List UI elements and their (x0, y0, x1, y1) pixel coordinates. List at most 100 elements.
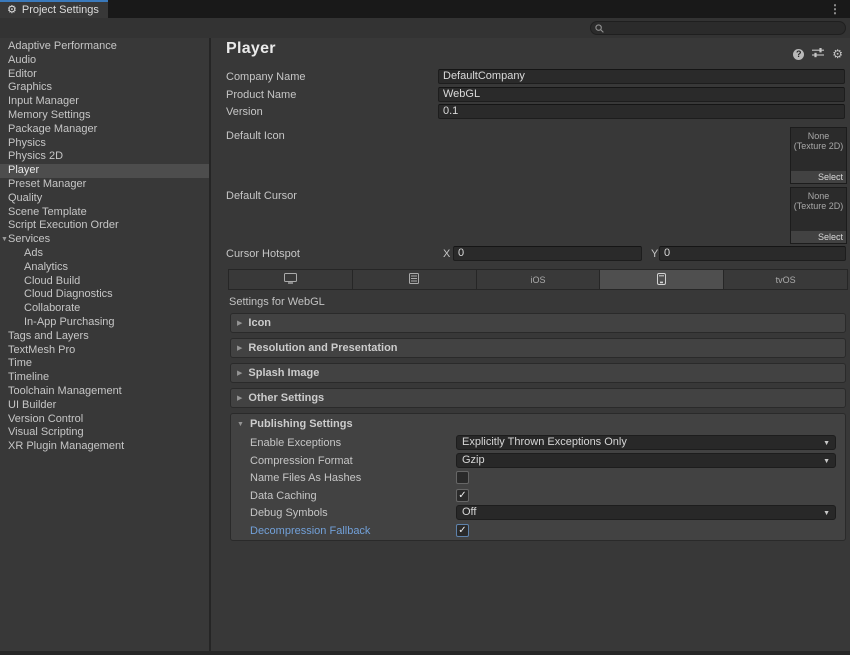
sidebar-item-label: Package Manager (8, 123, 97, 135)
settings-for-platform-heading: Settings for WebGL (229, 296, 325, 308)
default-cursor-select-button[interactable]: Select (791, 231, 846, 243)
gear-icon: ⚙ (7, 2, 17, 18)
sidebar-item-label: Services (8, 233, 50, 245)
sidebar-item-physics[interactable]: Physics (0, 137, 209, 151)
default-icon-select-button[interactable]: Select (791, 171, 846, 183)
window-bottom-edge (0, 651, 850, 655)
main-panel: Player ? ⚙ Company Name DefaultCompany P… (213, 38, 850, 651)
platform-tab-tvos[interactable]: tvOS (724, 270, 847, 289)
sidebar-item-tags-and-layers[interactable]: Tags and Layers (0, 330, 209, 344)
sidebar-item-label: Editor (8, 68, 37, 80)
sidebar-item-textmesh-pro[interactable]: TextMesh Pro (0, 344, 209, 358)
sidebar-item-xr-plugin-management[interactable]: XR Plugin Management (0, 440, 209, 454)
platform-tab-desktop[interactable] (229, 270, 353, 289)
window-tab-title: Project Settings (22, 4, 99, 16)
sidebar-item-visual-scripting[interactable]: Visual Scripting (0, 426, 209, 440)
sidebar-item-version-control[interactable]: Version Control (0, 413, 209, 427)
sidebar-item-timeline[interactable]: Timeline (0, 371, 209, 385)
expander-collapsed-icon: ▶ (237, 319, 242, 327)
sidebar-item-label: Physics (8, 137, 46, 149)
sidebar-item-toolchain-management[interactable]: Toolchain Management (0, 385, 209, 399)
sidebar-item-time[interactable]: Time (0, 357, 209, 371)
sidebar-item-scene-template[interactable]: Scene Template (0, 206, 209, 220)
default-cursor-texture-slot[interactable]: None (Texture 2D) Select (790, 187, 847, 244)
sidebar-item-ads[interactable]: Ads (0, 247, 209, 261)
section-title: Icon (248, 317, 271, 329)
sidebar-item-script-execution-order[interactable]: Script Execution Order (0, 219, 209, 233)
publishing-row-enable-exceptions: Enable ExceptionsExplicitly Thrown Excep… (231, 435, 845, 453)
presets-icon[interactable] (812, 45, 824, 63)
sidebar-item-analytics[interactable]: Analytics (0, 261, 209, 275)
platform-tab-label: iOS (530, 275, 545, 285)
sidebar-item-physics-2d[interactable]: Physics 2D (0, 150, 209, 164)
chevron-down-icon: ▼ (823, 457, 830, 466)
expander-expanded-icon: ▼ (237, 421, 244, 428)
product-name-field[interactable]: WebGL (438, 87, 845, 102)
sidebar-item-label: Physics 2D (8, 150, 63, 162)
search-input[interactable] (590, 21, 846, 35)
sidebar-item-quality[interactable]: Quality (0, 192, 209, 206)
sidebar-item-services[interactable]: ▼Services (0, 233, 209, 247)
dropdown-value: Gzip (462, 454, 485, 466)
sidebar-item-label: Toolchain Management (8, 385, 122, 397)
section-header-icon[interactable]: ▶ Icon (230, 313, 846, 333)
dropdown-value: Off (462, 506, 476, 518)
sidebar-item-label: Graphics (8, 81, 52, 93)
platform-tab-ios[interactable]: iOS (477, 270, 601, 289)
sidebar-item-input-manager[interactable]: Input Manager (0, 95, 209, 109)
sidebar-item-label: Collaborate (24, 302, 80, 314)
sidebar-item-audio[interactable]: Audio (0, 54, 209, 68)
sidebar-item-preset-manager[interactable]: Preset Manager (0, 178, 209, 192)
platform-tab-webgl[interactable] (600, 270, 724, 289)
product-name-label: Product Name (226, 89, 296, 101)
hotspot-y-field[interactable]: 0 (659, 246, 846, 261)
texture-none-line2: (Texture 2D) (794, 141, 844, 151)
sidebar-item-label: Player (8, 164, 39, 176)
compression-format-dropdown[interactable]: Gzip ▼ (456, 453, 836, 468)
sidebar-item-cloud-build[interactable]: Cloud Build (0, 275, 209, 289)
publishing-settings-header[interactable]: ▼ Publishing Settings (237, 418, 353, 430)
expander-collapsed-icon: ▶ (237, 369, 242, 377)
company-name-field[interactable]: DefaultCompany (438, 69, 845, 84)
sidebar-item-in-app-purchasing[interactable]: In-App Purchasing (0, 316, 209, 330)
sidebar-item-graphics[interactable]: Graphics (0, 81, 209, 95)
sidebar-item-player[interactable]: Player (0, 164, 209, 178)
platform-tab-strip: iOS tvOS (228, 269, 848, 290)
sidebar-item-editor[interactable]: Editor (0, 68, 209, 82)
desktop-platform-icon (284, 273, 297, 286)
hotspot-x-field[interactable]: 0 (453, 246, 642, 261)
sidebar-item-label: Audio (8, 54, 36, 66)
page-title: Player (226, 40, 276, 58)
window-tab-project-settings[interactable]: ⚙ Project Settings (0, 0, 108, 18)
sidebar-item-label: Memory Settings (8, 109, 91, 121)
data-caching-checkbox[interactable]: ✓ (456, 489, 469, 502)
help-icon[interactable]: ? (793, 49, 804, 60)
sidebar-item-label: Preset Manager (8, 178, 86, 190)
sidebar-item-label: Adaptive Performance (8, 40, 117, 52)
name-files-as-hashes-checkbox[interactable] (456, 471, 469, 484)
kebab-menu-icon[interactable]: ⋮ (829, 2, 841, 16)
sidebar-item-memory-settings[interactable]: Memory Settings (0, 109, 209, 123)
decompression-fallback-checkbox[interactable]: ✓ (456, 524, 469, 537)
sidebar-item-adaptive-performance[interactable]: Adaptive Performance (0, 40, 209, 54)
publishing-settings-rows: Enable ExceptionsExplicitly Thrown Excep… (231, 435, 845, 540)
default-icon-texture-slot[interactable]: None (Texture 2D) Select (790, 127, 847, 184)
section-title: Splash Image (248, 367, 319, 379)
platform-tab-dedicated-server[interactable] (353, 270, 477, 289)
sidebar-item-label: Time (8, 357, 32, 369)
section-header-resolution-and-presentation[interactable]: ▶Resolution and Presentation (230, 338, 846, 358)
sidebar-item-collaborate[interactable]: Collaborate (0, 302, 209, 316)
sidebar-item-ui-builder[interactable]: UI Builder (0, 399, 209, 413)
settings-gear-icon[interactable]: ⚙ (832, 48, 843, 60)
sidebar-item-package-manager[interactable]: Package Manager (0, 123, 209, 137)
debug-symbols-dropdown[interactable]: Off▼ (456, 505, 836, 520)
version-field[interactable]: 0.1 (438, 104, 845, 119)
toolbar (0, 18, 850, 38)
expander-expanded-icon[interactable]: ▼ (1, 233, 8, 247)
section-header-splash-image[interactable]: ▶ Splash Image (230, 363, 846, 383)
sidebar-item-cloud-diagnostics[interactable]: Cloud Diagnostics (0, 288, 209, 302)
publishing-row-name-files-as-hashes: Name Files As Hashes (231, 470, 845, 488)
sidebar-item-label: Input Manager (8, 95, 79, 107)
section-header-other-settings[interactable]: ▶Other Settings (230, 388, 846, 408)
enable-exceptions-dropdown[interactable]: Explicitly Thrown Exceptions Only▼ (456, 435, 836, 450)
